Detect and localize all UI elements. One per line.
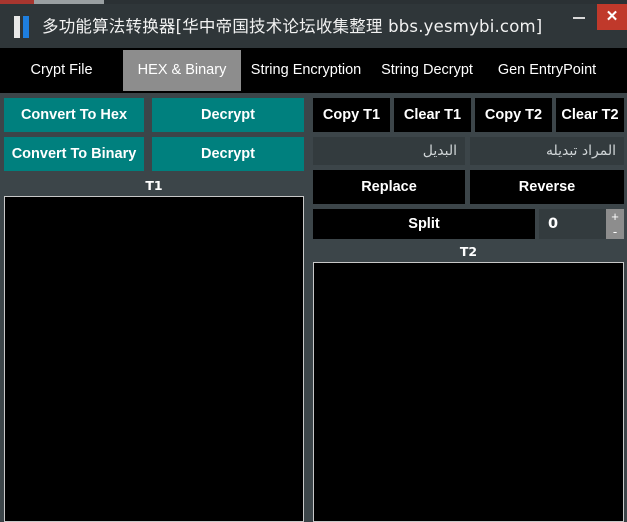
minimize-button[interactable] xyxy=(565,4,593,30)
t2-textarea[interactable] xyxy=(313,262,624,522)
title-bar[interactable]: 多功能算法转换器[华中帝国技术论坛收集整理 bbs.yesmybi.com] ✕ xyxy=(0,4,627,48)
decrypt-binary-button[interactable]: Decrypt xyxy=(152,137,304,171)
stepper-decrement-button[interactable]: - xyxy=(606,224,624,239)
copy-t2-button[interactable]: Copy T2 xyxy=(475,98,552,132)
window-title: 多功能算法转换器[华中帝国技术论坛收集整理 bbs.yesmybi.com] xyxy=(42,17,543,36)
app-icon-bar-white xyxy=(14,16,20,38)
stepper-increment-button[interactable]: + xyxy=(606,209,624,224)
t2-label: T2 xyxy=(459,244,478,259)
app-bars-icon xyxy=(14,16,34,38)
convert-to-binary-button[interactable]: Convert To Binary xyxy=(4,137,144,171)
copy-t1-button[interactable]: Copy T1 xyxy=(313,98,390,132)
target-input[interactable] xyxy=(470,137,624,165)
stepper-buttons: + - xyxy=(606,209,624,239)
tab-gen-entrypoint[interactable]: Gen EntryPoint xyxy=(483,50,611,91)
application-window: 多功能算法转换器[华中帝国技术论坛收集整理 bbs.yesmybi.com] ✕… xyxy=(0,0,627,522)
replacement-input[interactable] xyxy=(313,137,465,165)
tab-string-encryption[interactable]: String Encryption xyxy=(241,50,371,91)
split-button[interactable]: Split xyxy=(313,209,535,239)
app-icon-bar-blue xyxy=(23,16,29,38)
clear-t1-button[interactable]: Clear T1 xyxy=(394,98,471,132)
split-count-stepper[interactable]: + - xyxy=(539,209,624,239)
decrypt-hex-button[interactable]: Decrypt xyxy=(152,98,304,132)
split-count-input[interactable] xyxy=(539,209,606,239)
t1-textarea[interactable] xyxy=(4,196,304,522)
main-content: Convert To Hex Decrypt Convert To Binary… xyxy=(0,93,627,522)
clear-t2-button[interactable]: Clear T2 xyxy=(556,98,624,132)
replace-button[interactable]: Replace xyxy=(313,170,465,204)
tab-bar: Crypt File HEX & Binary String Encryptio… xyxy=(0,48,627,93)
tab-hex-and-binary[interactable]: HEX & Binary xyxy=(123,50,241,91)
tab-string-decrypt[interactable]: String Decrypt xyxy=(371,50,483,91)
reverse-button[interactable]: Reverse xyxy=(470,170,624,204)
tab-crypt-file[interactable]: Crypt File xyxy=(8,50,115,91)
left-panel: Convert To Hex Decrypt Convert To Binary… xyxy=(0,93,308,522)
t1-label: T1 xyxy=(145,178,163,193)
right-panel: Copy T1 Clear T1 Copy T2 Clear T2 Replac… xyxy=(310,93,627,522)
close-button[interactable]: ✕ xyxy=(597,4,627,30)
convert-to-hex-button[interactable]: Convert To Hex xyxy=(4,98,144,132)
